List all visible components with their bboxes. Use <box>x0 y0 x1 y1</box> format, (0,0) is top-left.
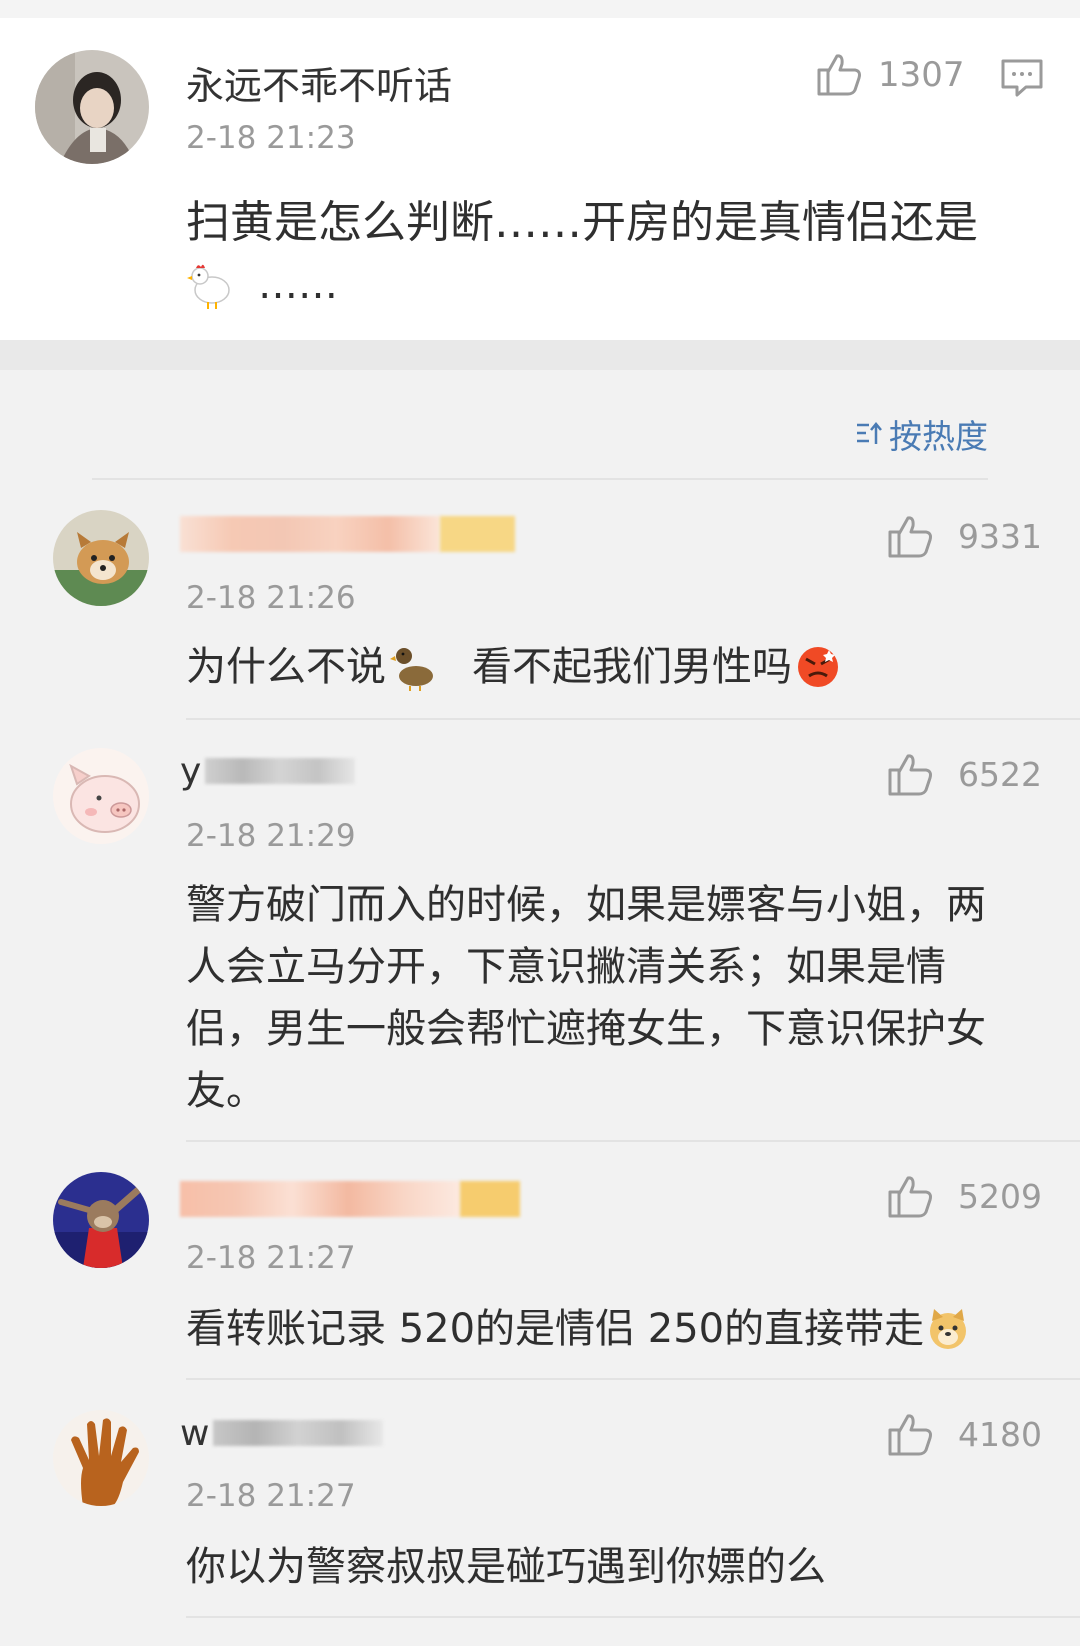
sort-divider <box>92 478 988 480</box>
chicken-emoji-icon <box>187 264 230 309</box>
section-gap <box>0 340 1080 370</box>
comment-content: 警方破门而入的时候，如果是嫖客与小姐，两 人会立马分开，下意识撇清关系；如果是情… <box>186 874 986 1122</box>
comment-content: 你以为警察叔叔是碰巧遇到你嫖的么 <box>186 1544 826 1590</box>
cartoon-avatar-image <box>53 1172 149 1268</box>
sort-label: 按热度 <box>889 417 988 456</box>
comment-content: 看转账记录 520的是情侣 250的直接带走 <box>186 1298 970 1360</box>
comment-line: 人会立马分开，下意识撇清关系；如果是情 <box>186 944 946 990</box>
blurred-username[interactable] <box>180 515 515 553</box>
blurred-username[interactable]: w <box>180 1412 384 1454</box>
like-icon[interactable] <box>886 750 934 798</box>
like-count: 4180 <box>958 1415 1042 1454</box>
post-content-line1: 扫黄是怎么判断……开房的是真情侣还是 <box>186 197 978 248</box>
like-count: 1307 <box>878 55 965 95</box>
username-initial: w <box>180 1412 210 1454</box>
avatar[interactable] <box>35 50 149 164</box>
comment-time: 2-18 21:26 <box>186 580 356 616</box>
dog-avatar-image <box>53 510 149 606</box>
hand-avatar-image <box>53 1410 149 1506</box>
post-content-line2: …… <box>258 262 338 308</box>
avatar-image <box>35 50 149 164</box>
comment-time: 2-18 21:27 <box>186 1478 356 1514</box>
like-icon[interactable] <box>815 50 863 98</box>
doge-emoji-icon <box>930 1309 967 1349</box>
avatar[interactable] <box>53 1172 149 1268</box>
comment-divider <box>186 1378 1080 1380</box>
blurred-username[interactable]: y <box>180 750 356 792</box>
comment-divider <box>186 718 1080 720</box>
main-post: 永远不乖不听话 2-18 21:23 1307 扫黄是怎么判断……开房的是真情侣… <box>0 0 1080 340</box>
post-username[interactable]: 永远不乖不听话 <box>186 55 452 110</box>
post-content-line2-row: …… <box>186 254 1046 316</box>
comment-line: 友。 <box>186 1068 266 1114</box>
comment-time: 2-18 21:29 <box>186 818 356 854</box>
comment-text-mid: 看不起我们男性吗 <box>472 644 792 690</box>
avatar[interactable] <box>53 1410 149 1506</box>
comment-divider <box>186 1616 1080 1618</box>
post-time: 2-18 21:23 <box>186 120 356 156</box>
comment-line: 警方破门而入的时候，如果是嫖客与小姐，两 <box>186 882 986 928</box>
username-initial: y <box>180 750 202 792</box>
avatar[interactable] <box>53 510 149 606</box>
angry-emoji-icon <box>798 647 838 687</box>
like-icon[interactable] <box>886 1410 934 1458</box>
comment-line: 侣，男生一般会帮忙遮掩女生，下意识保护女 <box>186 1006 986 1052</box>
top-strip <box>0 0 1080 18</box>
blurred-username[interactable] <box>180 1180 520 1218</box>
comment-time: 2-18 21:27 <box>186 1240 356 1276</box>
like-count: 5209 <box>958 1177 1042 1216</box>
comment-icon[interactable] <box>1000 58 1044 98</box>
avatar[interactable] <box>53 748 149 844</box>
comment-content: 为什么不说 看不起我们男性吗 <box>186 636 840 698</box>
sort-icon <box>857 422 882 444</box>
sort-by-hot-button[interactable]: 按热度 <box>855 410 988 458</box>
comment-text: 看转账记录 520的是情侣 250的直接带走 <box>186 1306 925 1352</box>
like-icon[interactable] <box>886 512 934 560</box>
like-icon[interactable] <box>886 1172 934 1220</box>
pig-avatar-image <box>53 748 149 844</box>
comment-text-before: 为什么不说 <box>186 644 386 690</box>
like-count: 6522 <box>958 755 1042 794</box>
duck-emoji-icon <box>390 648 433 691</box>
post-content: 扫黄是怎么判断……开房的是真情侣还是 …… <box>186 192 1046 316</box>
comment-divider <box>186 1140 1080 1142</box>
like-count: 9331 <box>958 517 1042 556</box>
